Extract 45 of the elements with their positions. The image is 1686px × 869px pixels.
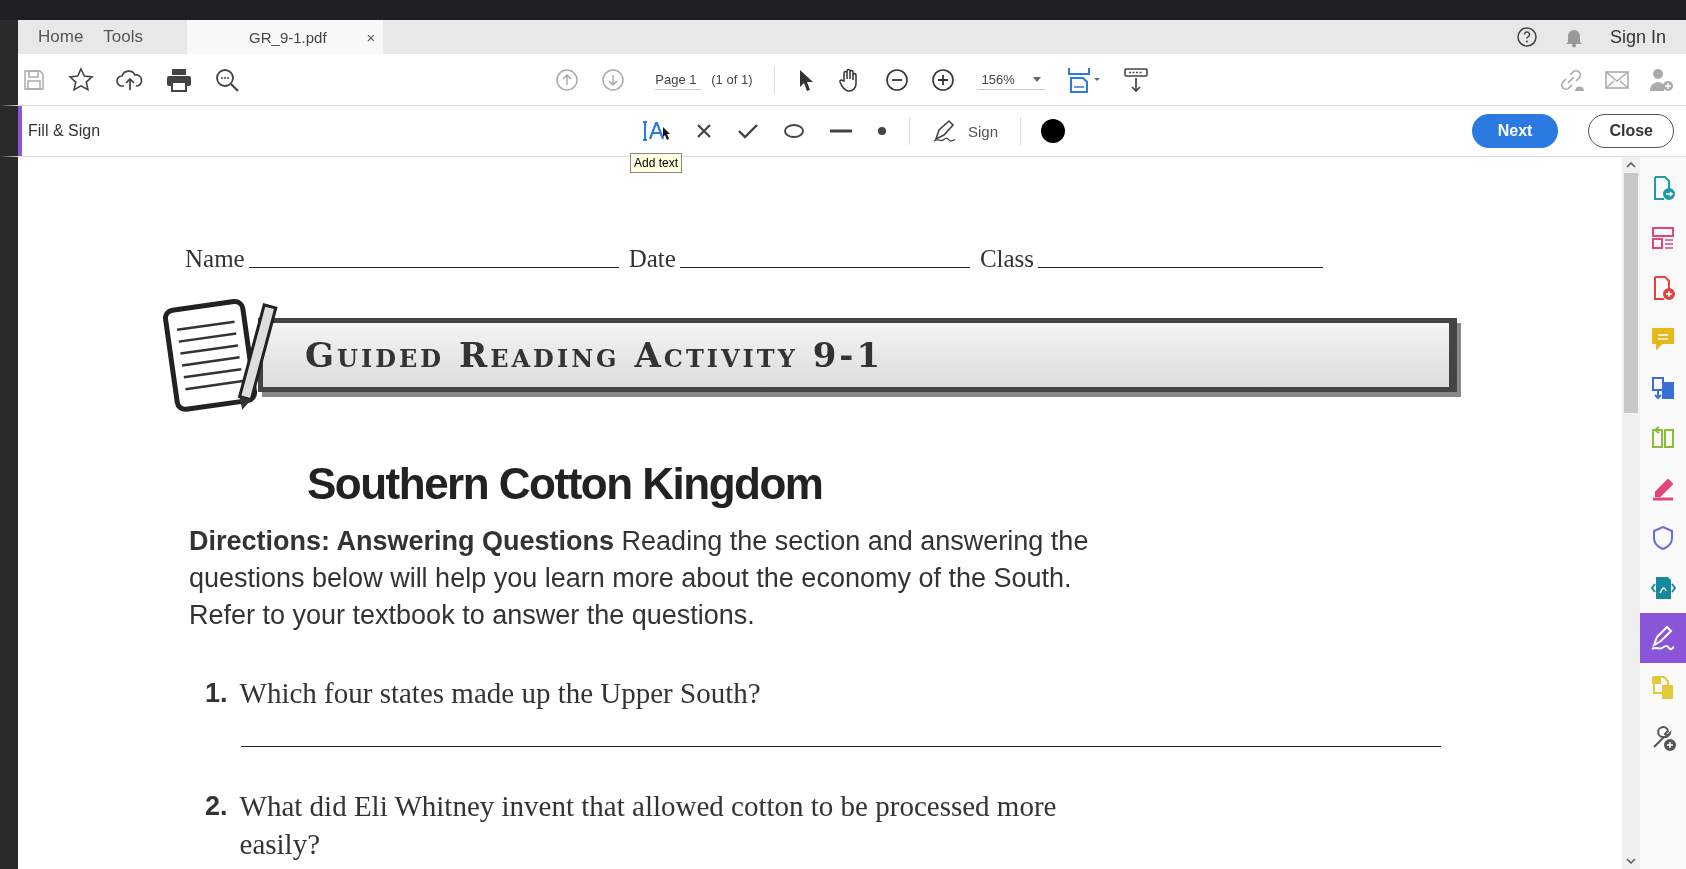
zoom-dropdown[interactable]: 156% — [977, 69, 1045, 90]
nav-tab[interactable]: Home — [36, 20, 102, 54]
tab-label: GR_9-1.pdf — [249, 28, 327, 46]
close-tab-button[interactable]: × — [362, 28, 380, 46]
fill-in-line[interactable] — [1038, 266, 1324, 268]
panel-title: Fill & Sign — [28, 122, 101, 140]
tool-panel-button[interactable] — [1640, 613, 1686, 663]
help-icon[interactable] — [1515, 26, 1538, 48]
close-button[interactable]: Close — [1588, 114, 1674, 148]
scroll-down-icon[interactable] — [1626, 857, 1636, 865]
tooltip: Add text — [630, 153, 683, 173]
next-button[interactable]: Next — [1471, 114, 1559, 148]
field-label: Class — [979, 245, 1035, 273]
star-icon[interactable] — [68, 66, 94, 93]
scrollbar-thumb[interactable] — [1624, 173, 1638, 413]
sign-in-link[interactable]: Sign In — [1609, 26, 1666, 48]
dot-icon[interactable] — [875, 124, 889, 138]
scroll-mode-icon[interactable] — [1122, 66, 1149, 93]
field-label: Name — [185, 245, 245, 273]
scroll-up-icon[interactable] — [1626, 161, 1636, 169]
print-icon[interactable] — [166, 67, 192, 92]
zoom-search-icon[interactable] — [214, 66, 240, 93]
circle-icon[interactable] — [781, 121, 807, 141]
signature-icon — [1650, 625, 1676, 651]
question-number: 1. — [205, 677, 228, 710]
question-text: What did Eli Whitney invent that allowed cotton to be processed more easily? — [239, 789, 1058, 862]
directions-text: Directions: Answering Questions Reading the section and answering the questions below will help you learn more about the economy of the South. Refer to your textbook to answer the questions. — [189, 525, 1089, 632]
worksheet-title: Southern Cotton Kingdom — [307, 459, 824, 509]
document-tab[interactable]: GR_9-1.pdf × — [187, 20, 384, 54]
page-count: (1 of 1) — [711, 72, 753, 87]
cloud-upload-icon[interactable] — [116, 67, 144, 92]
banner-title: Guided Reading Activity 9-1 — [305, 335, 884, 375]
caret-icon — [1032, 76, 1041, 82]
zoom-out-icon[interactable] — [885, 67, 910, 92]
scrollbar[interactable] — [1622, 157, 1640, 869]
zoom-in-icon[interactable] — [931, 67, 956, 92]
question-text: Which four states made up the Upper South? — [239, 676, 761, 711]
fit-page-icon[interactable] — [1066, 65, 1101, 94]
fill-in-line[interactable] — [248, 266, 619, 268]
fill-in-line[interactable] — [679, 266, 970, 268]
nav-tab[interactable]: Tools — [101, 20, 162, 54]
field-label: Date — [628, 245, 676, 273]
color-swatch[interactable] — [1041, 119, 1065, 143]
question-number: 2. — [205, 790, 228, 823]
sign-tool[interactable]: Sign — [930, 117, 1000, 145]
